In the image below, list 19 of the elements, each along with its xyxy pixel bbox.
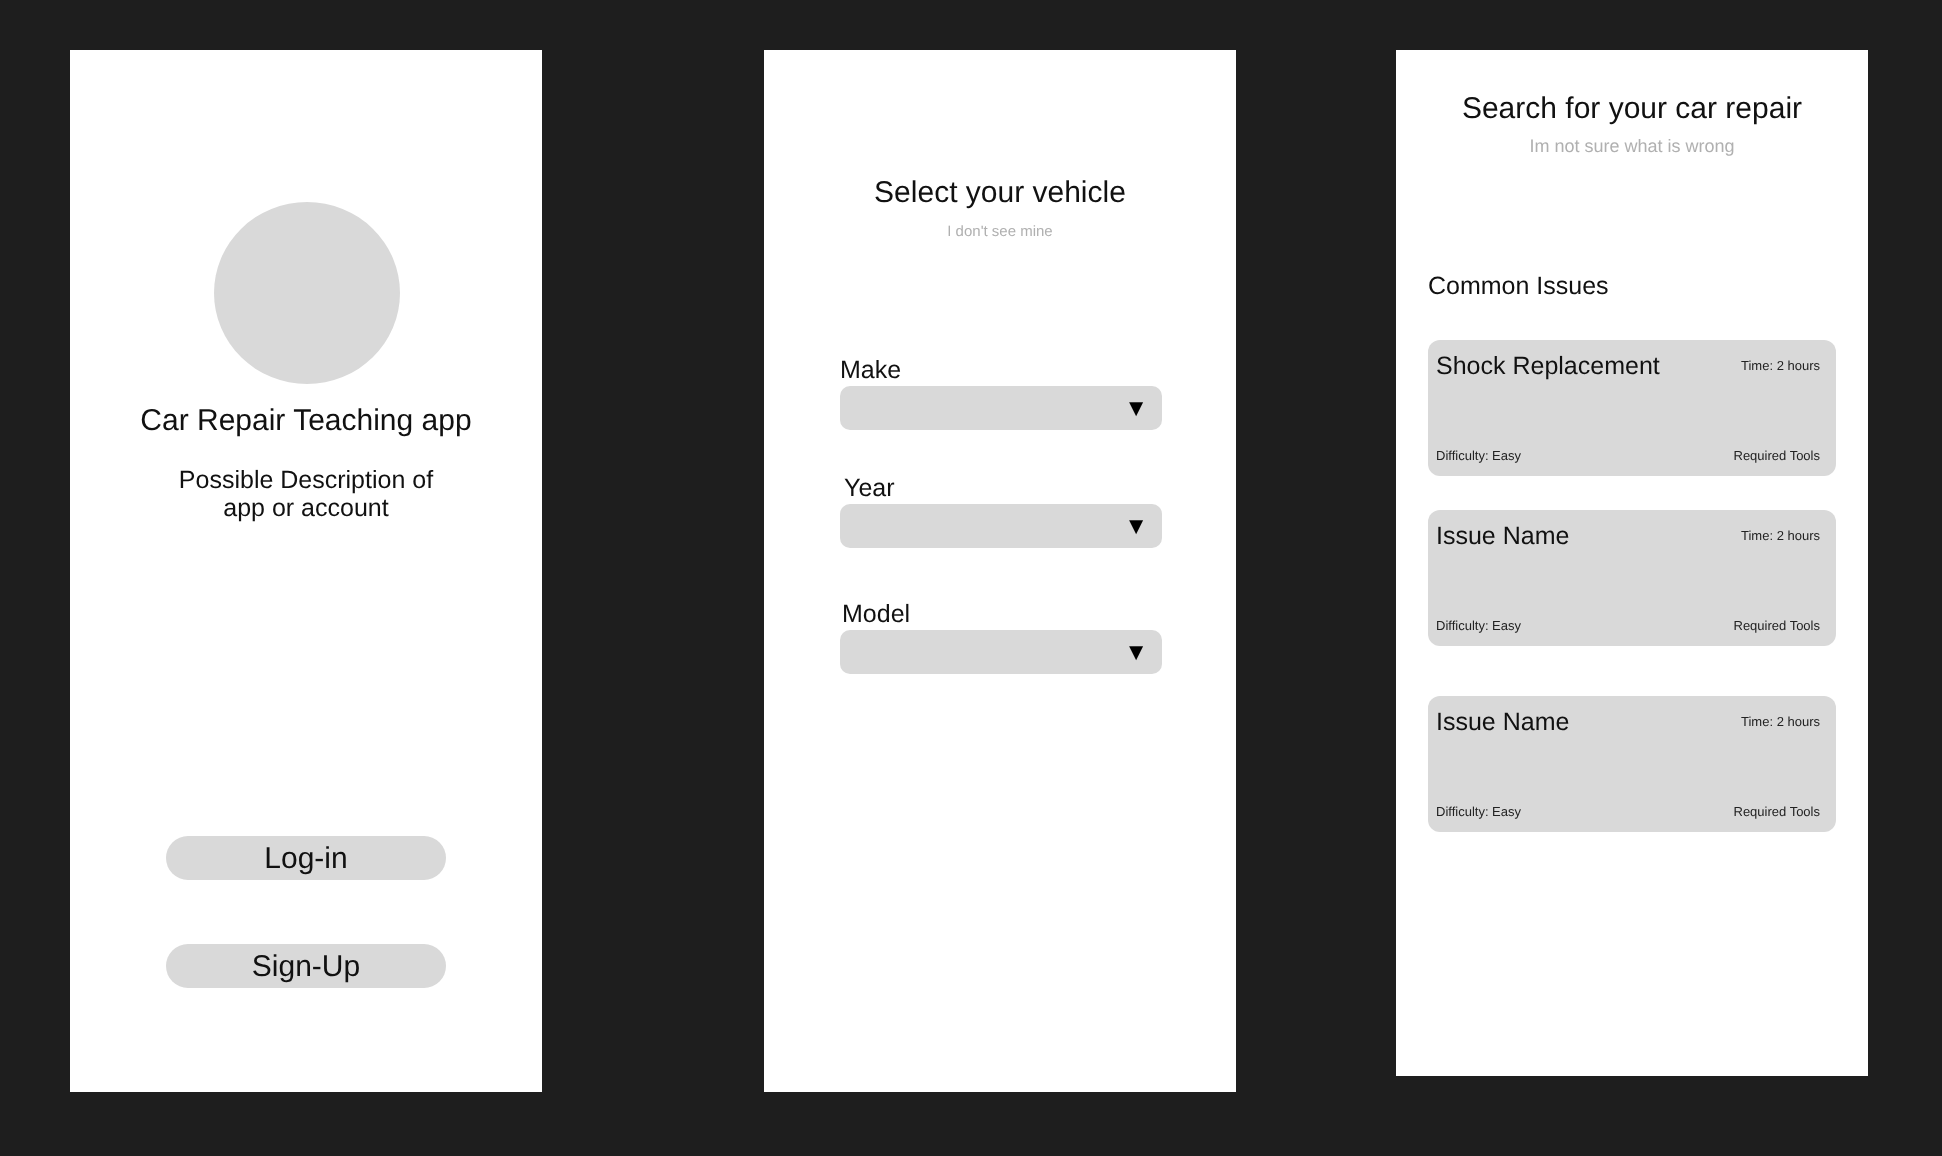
dropdown-select[interactable]: ▼ bbox=[840, 630, 1162, 674]
screen-title: Search for your car repair bbox=[1461, 92, 1803, 126]
dropdown-select[interactable]: ▼ bbox=[840, 504, 1162, 548]
dropdown-select[interactable]: ▼ bbox=[840, 386, 1162, 430]
issue-name: Issue Name bbox=[1436, 522, 1570, 550]
app-description: Possible Description of app or account bbox=[176, 466, 436, 522]
field-label: Year bbox=[844, 474, 897, 502]
caret-icon: ▼ bbox=[1124, 394, 1148, 422]
caret-icon: ▼ bbox=[1124, 512, 1148, 540]
issue-name: Issue Name bbox=[1436, 708, 1570, 736]
section-heading: Common Issues bbox=[1428, 272, 1611, 300]
issue-name: Shock Replacement bbox=[1436, 352, 1660, 380]
field-label: Model bbox=[842, 600, 913, 628]
app-title: Car Repair Teaching app bbox=[140, 404, 472, 438]
field-label: Make bbox=[840, 356, 904, 384]
screen-title: Select your vehicle bbox=[874, 176, 1126, 210]
caret-icon: ▼ bbox=[1124, 638, 1148, 666]
login-button[interactable]: Log-in bbox=[166, 836, 446, 880]
signup-button[interactable]: Sign-Up bbox=[166, 944, 446, 988]
